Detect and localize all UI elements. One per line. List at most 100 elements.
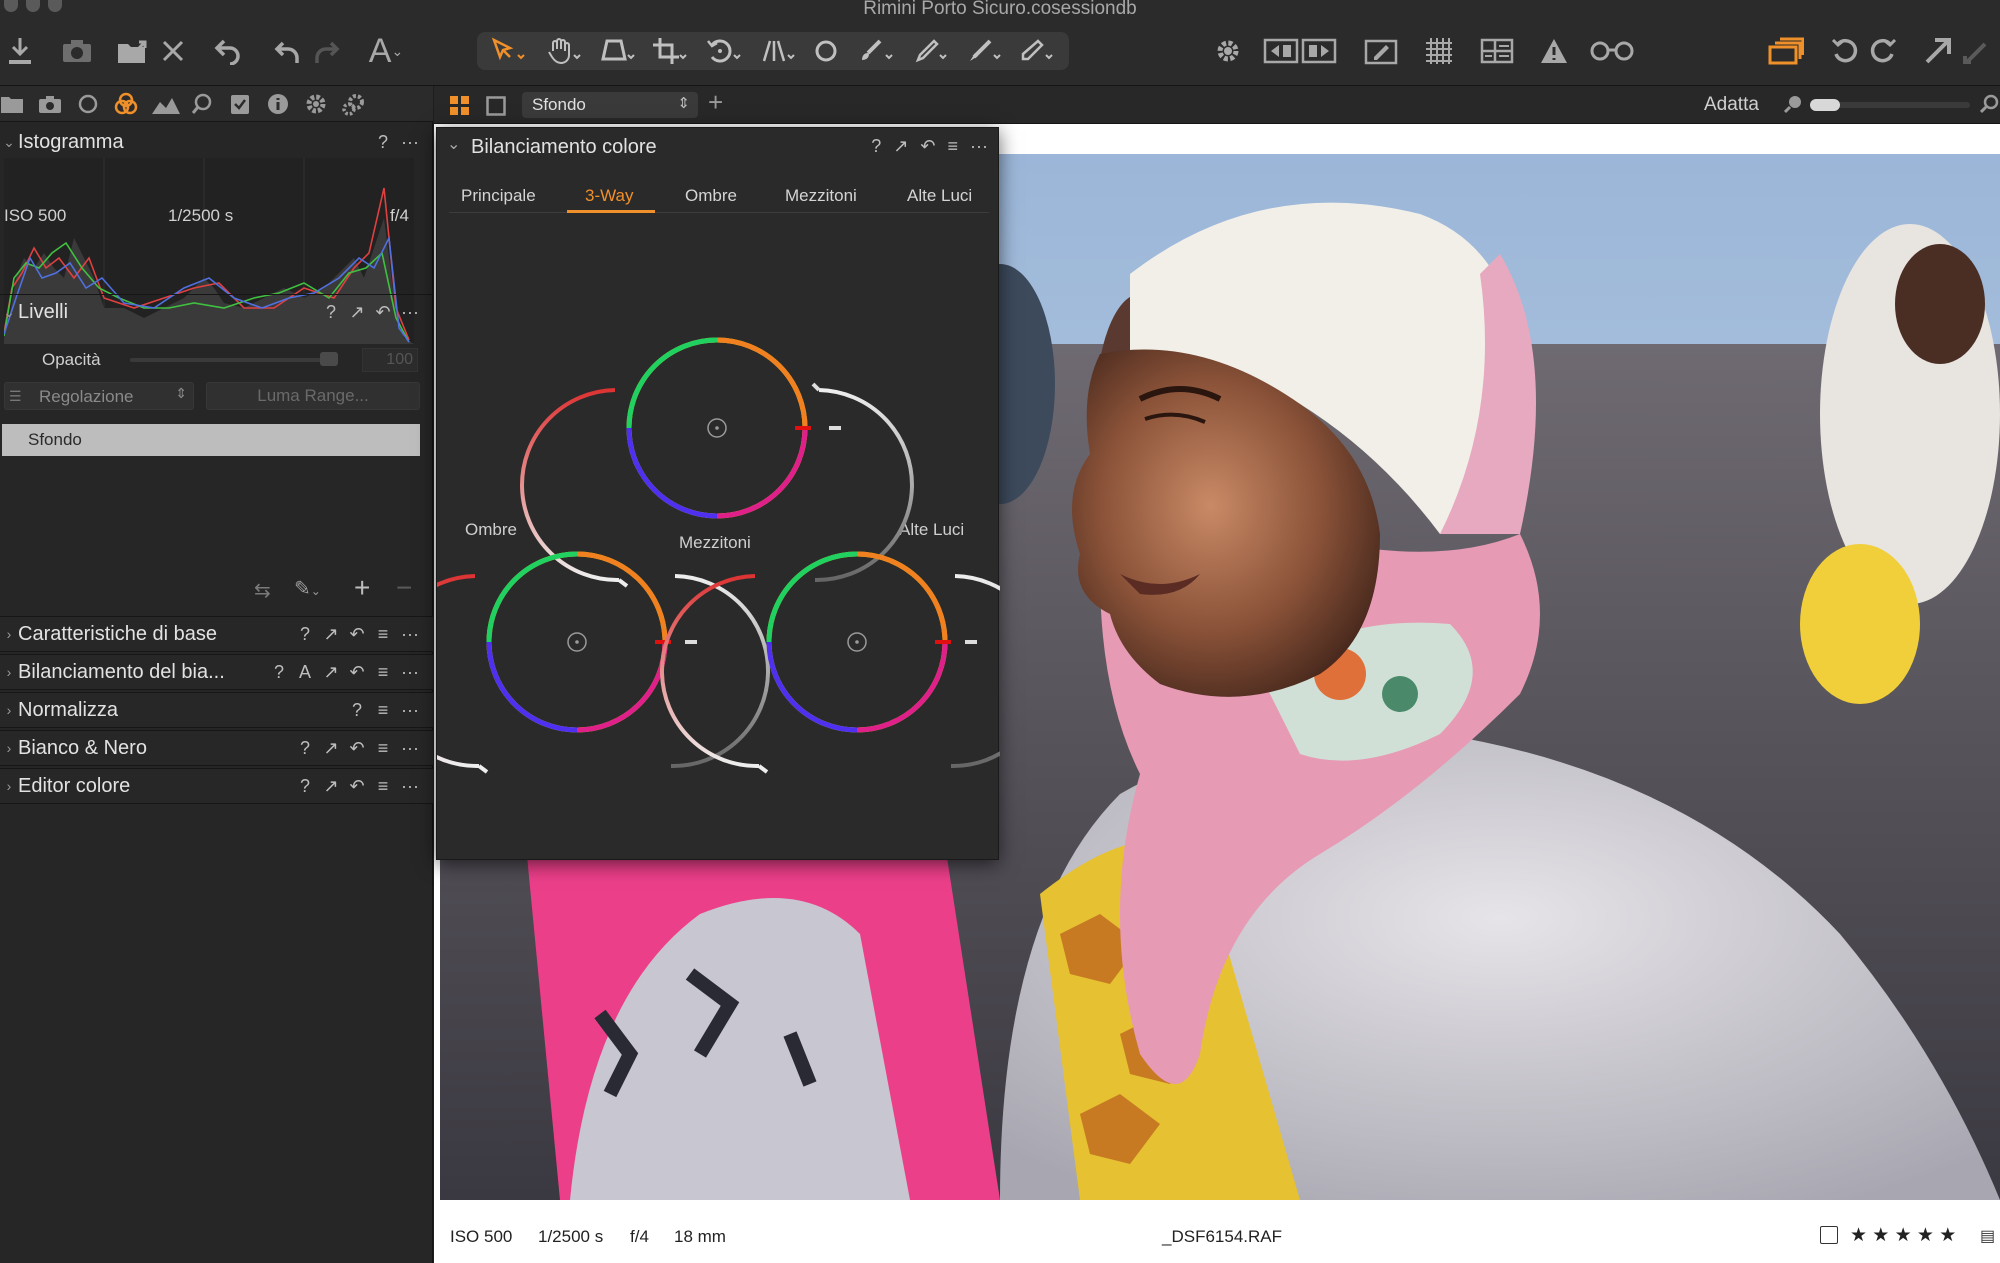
stack-icon[interactable] xyxy=(1766,30,1806,72)
help-icon[interactable]: ? xyxy=(271,662,287,683)
single-view-icon[interactable] xyxy=(486,96,506,121)
folder-icon[interactable] xyxy=(0,92,24,116)
help-icon[interactable]: ? xyxy=(375,132,391,153)
help-icon[interactable]: ? xyxy=(323,302,339,323)
chevron-down-icon[interactable]: ⌄ xyxy=(0,304,18,321)
more-icon[interactable]: ··· xyxy=(401,662,419,683)
histogram-header[interactable]: ⌄ Istogramma ? ··· xyxy=(0,124,433,160)
zoom-out-icon[interactable] xyxy=(1783,94,1804,119)
reset-icon[interactable]: ↶ xyxy=(375,302,391,323)
copy-apply-icon[interactable]: ↗ xyxy=(349,302,365,323)
rotate-right-icon[interactable] xyxy=(1866,30,1900,72)
swap-icon[interactable]: ⇆ xyxy=(254,578,271,603)
shadows-wheel[interactable] xyxy=(437,551,770,774)
layout-icon[interactable] xyxy=(1478,30,1516,72)
import-icon[interactable] xyxy=(4,30,36,72)
chevron-right-icon[interactable]: › xyxy=(0,626,18,642)
rating-stars[interactable]: ★ ★ ★ ★ ★ xyxy=(1850,1224,1956,1247)
zoom-slider-handle[interactable] xyxy=(1810,99,1840,111)
color-tag-icon[interactable]: ▤ xyxy=(1980,1226,1995,1246)
chevron-down-icon[interactable]: ⌄ xyxy=(0,134,18,151)
select-checkbox[interactable] xyxy=(1820,1226,1838,1244)
eraser-icon[interactable] xyxy=(1016,30,1056,72)
pan-hand-icon[interactable] xyxy=(544,30,584,72)
details-icon[interactable] xyxy=(190,92,214,116)
reset-icon[interactable]: ↶ xyxy=(349,624,365,645)
presets-icon[interactable]: ≡ xyxy=(375,776,391,797)
midtones-wheel[interactable] xyxy=(520,337,914,588)
eyedropper-icon[interactable] xyxy=(910,30,950,72)
settings-icon[interactable] xyxy=(304,92,328,116)
section-color-editor[interactable]: › Editor colore ? ↗ ↶ ≡ ··· xyxy=(0,768,433,804)
more-icon[interactable]: ··· xyxy=(401,132,419,153)
info-icon[interactable] xyxy=(266,92,290,116)
undo-icon[interactable] xyxy=(212,30,244,72)
redo-step-icon[interactable] xyxy=(312,30,342,72)
help-icon[interactable]: ? xyxy=(297,738,313,759)
more-icon[interactable]: ··· xyxy=(401,624,419,645)
export-icon[interactable] xyxy=(116,30,152,72)
expand-icon[interactable] xyxy=(1922,30,1994,72)
reset-icon[interactable]: ↶ xyxy=(349,662,365,683)
help-icon[interactable]: ? xyxy=(349,700,365,721)
copy-apply-icon[interactable]: ↗ xyxy=(323,776,339,797)
grid-icon[interactable] xyxy=(1422,30,1456,72)
layer-select[interactable]: Sfondo ⇕ xyxy=(522,92,698,118)
camera-icon[interactable] xyxy=(38,92,62,116)
batch-icon[interactable] xyxy=(342,92,366,116)
warning-icon[interactable] xyxy=(1538,30,1570,72)
section-basic-characteristics[interactable]: › Caratteristiche di base ? ↗ ↶ ≡ ··· xyxy=(0,616,433,652)
help-icon[interactable]: ? xyxy=(297,776,313,797)
add-layer-icon[interactable]: + xyxy=(708,87,723,118)
add-layer-icon[interactable]: + xyxy=(354,572,370,604)
circle-icon[interactable] xyxy=(810,30,842,72)
presets-icon[interactable]: ≡ xyxy=(375,700,391,721)
chevron-right-icon[interactable]: › xyxy=(0,740,18,756)
lens-icon[interactable] xyxy=(76,92,100,116)
more-icon[interactable]: ··· xyxy=(401,776,419,797)
glasses-icon[interactable] xyxy=(1588,30,1636,72)
presets-icon[interactable]: ≡ xyxy=(375,738,391,759)
luma-range-button[interactable]: Luma Range... xyxy=(206,382,420,410)
rotate-left-icon[interactable] xyxy=(1828,30,1862,72)
chevron-right-icon[interactable]: › xyxy=(0,664,18,680)
color-icon[interactable] xyxy=(114,92,138,116)
keystone-icon[interactable] xyxy=(598,30,638,72)
highlights-wheel[interactable] xyxy=(660,551,1000,774)
section-white-balance[interactable]: › Bilanciamento del bia... ? A ↗ ↶ ≡ ··· xyxy=(0,654,433,690)
help-icon[interactable]: ? xyxy=(297,624,313,645)
presets-icon[interactable]: ≡ xyxy=(375,624,391,645)
remove-layer-icon[interactable]: − xyxy=(396,572,412,604)
layers-header[interactable]: ⌄ Livelli ? ↗ ↶ ··· xyxy=(0,294,433,330)
presets-icon[interactable]: ≡ xyxy=(375,662,391,683)
delete-icon[interactable] xyxy=(158,30,188,72)
settings-gear-icon[interactable] xyxy=(1212,30,1244,72)
opacity-value[interactable]: 100 xyxy=(362,348,418,372)
undo-step-icon[interactable] xyxy=(272,30,302,72)
copy-apply-icon[interactable]: ↗ xyxy=(323,624,339,645)
text-icon[interactable]: A ⌄ xyxy=(368,30,404,72)
camera-icon[interactable] xyxy=(60,30,94,72)
copy-apply-icon[interactable]: ↗ xyxy=(323,662,339,683)
copy-apply-icon[interactable]: ↗ xyxy=(323,738,339,759)
compare-icon[interactable] xyxy=(1262,30,1338,72)
brush-icon[interactable] xyxy=(856,30,896,72)
more-icon[interactable]: ··· xyxy=(401,738,419,759)
select-cursor-icon[interactable] xyxy=(488,30,528,72)
chevron-right-icon[interactable]: › xyxy=(0,702,18,718)
zoom-in-icon[interactable] xyxy=(1979,94,2000,119)
section-black-white[interactable]: › Bianco & Nero ? ↗ ↶ ≡ ··· xyxy=(0,730,433,766)
section-normalize[interactable]: › Normalizza ? ≡ ··· xyxy=(0,692,433,728)
rotate-icon[interactable] xyxy=(704,30,744,72)
more-icon[interactable]: ··· xyxy=(401,302,419,323)
chevron-right-icon[interactable]: › xyxy=(0,778,18,794)
metadata-icon[interactable] xyxy=(228,92,252,116)
exposure-icon[interactable] xyxy=(152,92,180,116)
opacity-slider[interactable] xyxy=(130,358,338,362)
straighten-icon[interactable] xyxy=(758,30,798,72)
adjust-select[interactable]: ☰ Regolazione ⇕ xyxy=(4,382,194,410)
crop-icon[interactable] xyxy=(650,30,690,72)
more-icon[interactable]: ··· xyxy=(401,700,419,721)
zoom-label[interactable]: Adatta xyxy=(1704,94,1759,116)
grid-view-icon[interactable] xyxy=(450,96,470,121)
